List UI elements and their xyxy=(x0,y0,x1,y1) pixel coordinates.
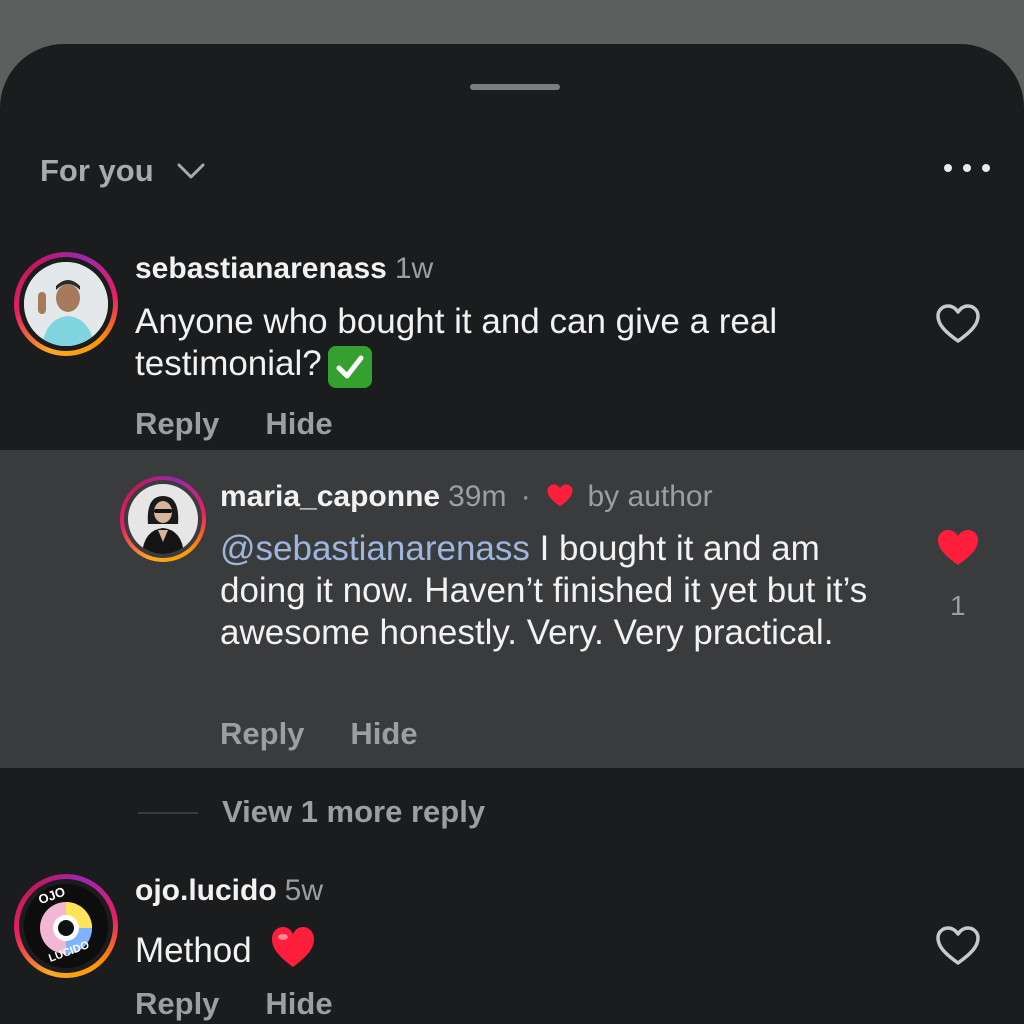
avatar-photo xyxy=(128,484,198,554)
mention-link[interactable]: @sebastianarenass xyxy=(220,529,530,568)
comment-username[interactable]: ojo.lucido xyxy=(135,874,277,907)
chevron-down-icon xyxy=(176,161,206,181)
reply-button[interactable]: Reply xyxy=(220,716,304,752)
reply-button[interactable]: Reply xyxy=(135,986,219,1022)
sort-label: For you xyxy=(40,153,154,188)
hide-button[interactable]: Hide xyxy=(265,986,332,1022)
author-heart-icon xyxy=(545,481,575,517)
more-options-icon[interactable] xyxy=(944,154,990,182)
comment-text: Anyone who bought it and can give a real… xyxy=(135,302,778,383)
check-mark-icon xyxy=(327,346,372,388)
reply-time: 39m xyxy=(448,480,507,513)
comment-time: 1w xyxy=(394,252,434,285)
heart-filled-icon[interactable] xyxy=(934,524,982,572)
avatar[interactable] xyxy=(120,476,206,562)
drag-handle[interactable] xyxy=(470,84,560,90)
hide-button[interactable]: Hide xyxy=(265,406,332,442)
heart-outline-icon[interactable] xyxy=(934,922,982,970)
view-more-replies-button[interactable]: View 1 more reply xyxy=(222,794,485,830)
by-author-label: by author xyxy=(587,480,713,513)
reply-button[interactable]: Reply xyxy=(135,406,219,442)
reply-username[interactable]: maria_caponne xyxy=(220,480,440,513)
hide-button[interactable]: Hide xyxy=(350,716,417,752)
meta-separator: · xyxy=(520,480,531,513)
avatar[interactable] xyxy=(14,252,118,356)
like-count: 1 xyxy=(950,590,966,621)
avatar-logo: OJO LUCIDO xyxy=(24,884,108,968)
comment-text: Method xyxy=(135,931,252,970)
comments-sheet: For you sebastianarenass 1w Anyone who b… xyxy=(0,44,1024,1024)
comment-username[interactable]: sebastianarenass xyxy=(135,252,387,285)
divider-line xyxy=(138,812,198,814)
red-heart-emoji-icon xyxy=(269,924,317,980)
heart-outline-icon[interactable] xyxy=(934,300,982,348)
avatar[interactable]: OJO LUCIDO xyxy=(14,874,118,978)
avatar-photo xyxy=(24,262,108,346)
sort-selector[interactable]: For you xyxy=(40,146,206,196)
comment-time: 5w xyxy=(284,874,324,907)
